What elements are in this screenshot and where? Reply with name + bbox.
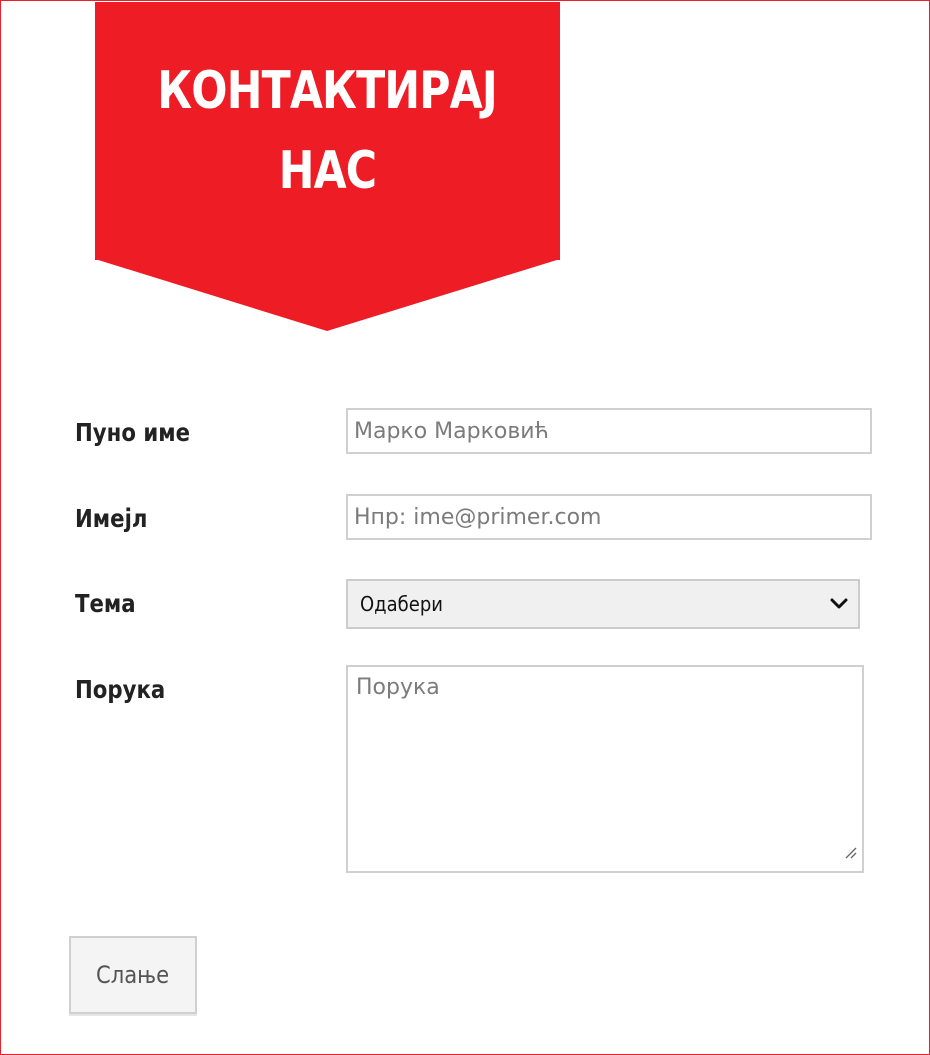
resize-handle-icon[interactable] xyxy=(843,845,857,859)
submit-button-label: Слање xyxy=(96,961,170,989)
name-label: Пуно име xyxy=(75,418,190,447)
topic-select-value: Одабери xyxy=(360,592,443,616)
message-textarea[interactable] xyxy=(346,665,864,873)
banner-title-line2: НАС xyxy=(278,141,377,201)
topic-select[interactable]: Одабери xyxy=(346,579,860,629)
chevron-down-icon xyxy=(830,598,848,609)
email-input[interactable] xyxy=(346,494,872,540)
message-label: Порука xyxy=(75,675,166,704)
full-name-input[interactable] xyxy=(346,408,872,454)
submit-button[interactable]: Слање xyxy=(69,936,197,1014)
email-label: Имејл xyxy=(75,504,148,533)
contact-banner: КОНТАКТИРАЈ НАС xyxy=(95,2,560,260)
topic-label: Тема xyxy=(75,589,136,618)
banner-title-line1: КОНТАКТИРАЈ xyxy=(157,61,498,121)
banner-arrow xyxy=(95,259,560,331)
